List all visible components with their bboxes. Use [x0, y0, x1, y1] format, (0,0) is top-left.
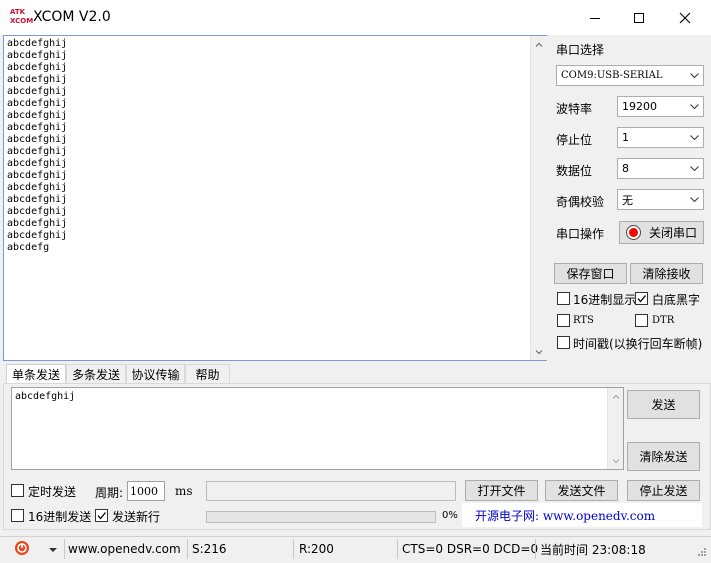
send-text: abcdefghij — [15, 391, 76, 402]
status-website[interactable]: www.openedv.com — [68, 540, 181, 558]
dtr-label: DTR — [652, 315, 675, 326]
status-separator — [187, 539, 188, 559]
send-textarea[interactable]: abcdefghij — [11, 387, 624, 470]
parity-label: 奇偶校验 — [556, 195, 605, 209]
hex-send-label: 16进制发送 — [28, 510, 92, 524]
dropdown-arrow-icon[interactable] — [48, 544, 58, 554]
tab-help[interactable]: 帮助 — [185, 364, 230, 384]
resize-grip-icon[interactable] — [695, 547, 707, 559]
status-separator — [535, 539, 536, 559]
dtr-checkbox[interactable] — [635, 314, 648, 327]
receive-scrollbar[interactable] — [530, 36, 547, 360]
checkmark-icon — [97, 512, 106, 520]
stop-send-button[interactable]: 停止发送 — [627, 480, 700, 501]
close-port-button[interactable]: 关闭串口 — [619, 221, 704, 244]
status-sent-count: S:216 — [192, 542, 227, 556]
close-icon — [679, 12, 691, 23]
clear-receive-button[interactable]: 清除接收 — [630, 263, 703, 284]
hex-send-checkbox[interactable] — [11, 509, 24, 522]
white-black-label: 白底黑字 — [652, 293, 701, 307]
promo-box: 开源电子网: www.openedv.com — [462, 503, 702, 527]
send-newline-checkbox[interactable] — [95, 509, 108, 522]
tab-single-send[interactable]: 单条发送 — [6, 364, 66, 384]
data-bits-label: 数据位 — [556, 164, 593, 178]
app-logo-icon: ATK XCOM — [10, 8, 34, 26]
checkmark-icon — [637, 295, 646, 303]
send-progress-bar — [206, 511, 436, 523]
open-file-button[interactable]: 打开文件 — [465, 480, 538, 501]
port-select-value: COM9:USB-SERIAL — [561, 70, 663, 81]
send-file-button[interactable]: 发送文件 — [545, 480, 618, 501]
minimize-icon — [590, 17, 600, 19]
status-separator — [64, 539, 65, 559]
save-window-button[interactable]: 保存窗口 — [554, 263, 627, 284]
close-window-button[interactable] — [662, 0, 708, 35]
receive-textarea[interactable]: abcdefghij abcdefghij abcdefghij abcdefg… — [3, 35, 547, 361]
clear-send-button[interactable]: 清除发送 — [627, 442, 700, 471]
status-signals: CTS=0 DSR=0 DCD=0 — [402, 542, 539, 556]
settings-icon[interactable] — [14, 540, 30, 556]
tab-protocol[interactable]: 协议传输 — [126, 364, 185, 384]
send-button[interactable]: 发送 — [627, 390, 700, 419]
port-select-label: 串口选择 — [556, 43, 605, 57]
rts-label: RTS — [573, 315, 594, 326]
scroll-up-icon[interactable] — [531, 36, 547, 52]
status-separator — [293, 539, 294, 559]
chevron-down-icon — [685, 128, 703, 147]
scroll-up-icon[interactable] — [608, 388, 623, 404]
file-path-field[interactable] — [206, 481, 456, 501]
timed-send-label: 定时发送 — [28, 485, 77, 499]
timestamp-label: 时间戳(以换行回车断帧) — [573, 337, 703, 351]
white-black-checkbox[interactable] — [635, 292, 648, 305]
data-bits-select[interactable]: 8 — [617, 158, 704, 179]
rts-checkbox[interactable] — [557, 314, 570, 327]
chevron-down-icon — [685, 159, 703, 178]
chevron-down-icon — [685, 190, 703, 209]
parity-select[interactable]: 无 — [617, 189, 704, 210]
hex-display-label: 16进制显示 — [573, 293, 637, 307]
timed-send-checkbox[interactable] — [11, 484, 24, 497]
close-port-label: 关闭串口 — [648, 226, 697, 240]
data-bits-value: 8 — [622, 162, 629, 175]
stop-bits-label: 停止位 — [556, 133, 593, 147]
timestamp-checkbox[interactable] — [557, 336, 570, 349]
parity-value: 无 — [622, 193, 633, 207]
logo-text-bottom: XCOM — [10, 17, 34, 25]
port-select[interactable]: COM9:USB-SERIAL — [556, 65, 704, 86]
scroll-down-icon[interactable] — [531, 344, 547, 360]
send-newline-label: 发送新行 — [112, 510, 161, 524]
window-title: XCOM V2.0 — [33, 9, 111, 25]
maximize-button[interactable] — [616, 0, 662, 35]
receive-text: abcdefghij abcdefghij abcdefghij abcdefg… — [7, 38, 68, 253]
status-separator — [397, 539, 398, 559]
logo-text-top: ATK — [10, 8, 26, 16]
stop-bits-select[interactable]: 1 — [617, 127, 704, 148]
period-unit: ms — [175, 484, 193, 498]
send-progress-text: 0% — [442, 510, 458, 521]
maximize-icon — [634, 12, 644, 23]
tab-multi-send[interactable]: 多条发送 — [66, 364, 126, 384]
status-received-count: R:200 — [299, 542, 334, 556]
send-scrollbar[interactable] — [607, 388, 623, 469]
baud-select-value: 19200 — [622, 100, 657, 113]
period-input[interactable]: 1000 — [127, 481, 165, 501]
scroll-down-icon[interactable] — [608, 453, 623, 469]
chevron-down-icon — [685, 66, 703, 85]
promo-link[interactable]: 开源电子网: www.openedv.com — [475, 507, 655, 524]
status-time: 当前时间 23:08:18 — [540, 542, 646, 557]
period-label: 周期: — [95, 486, 124, 500]
port-op-label: 串口操作 — [556, 227, 605, 241]
port-status-icon — [625, 225, 641, 240]
baud-select[interactable]: 19200 — [617, 96, 704, 117]
chevron-down-icon — [685, 97, 703, 116]
hex-display-checkbox[interactable] — [557, 292, 570, 305]
minimize-button[interactable] — [572, 0, 618, 35]
stop-bits-value: 1 — [622, 131, 629, 144]
baud-label: 波特率 — [556, 102, 593, 116]
